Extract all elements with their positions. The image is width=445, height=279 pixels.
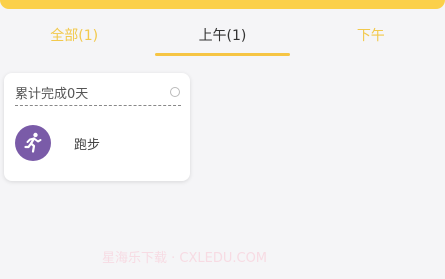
tab-morning[interactable]: 上午(1) bbox=[148, 14, 296, 56]
tab-afternoon[interactable]: 下午 bbox=[297, 14, 445, 56]
tab-all-label: 全部(1) bbox=[50, 28, 99, 44]
header-bar bbox=[0, 0, 445, 9]
card-header: 累计完成0天 bbox=[15, 79, 181, 106]
time-tabs: 全部(1) 上午(1) 下午 bbox=[0, 14, 445, 56]
tab-all[interactable]: 全部(1) bbox=[0, 14, 148, 56]
task-label: 跑步 bbox=[74, 137, 101, 153]
tab-morning-label: 上午(1) bbox=[198, 28, 247, 44]
circle-toggle-icon[interactable] bbox=[170, 87, 180, 97]
tab-afternoon-label: 下午 bbox=[356, 28, 385, 44]
card-title: 累计完成0天 bbox=[15, 86, 89, 102]
habit-card: 累计完成0天 跑步 bbox=[4, 73, 190, 181]
task-item[interactable]: 跑步 bbox=[15, 125, 100, 161]
running-person-icon bbox=[15, 125, 51, 161]
watermark: 星海乐下载 · CXLEDU.COM bbox=[102, 251, 268, 266]
